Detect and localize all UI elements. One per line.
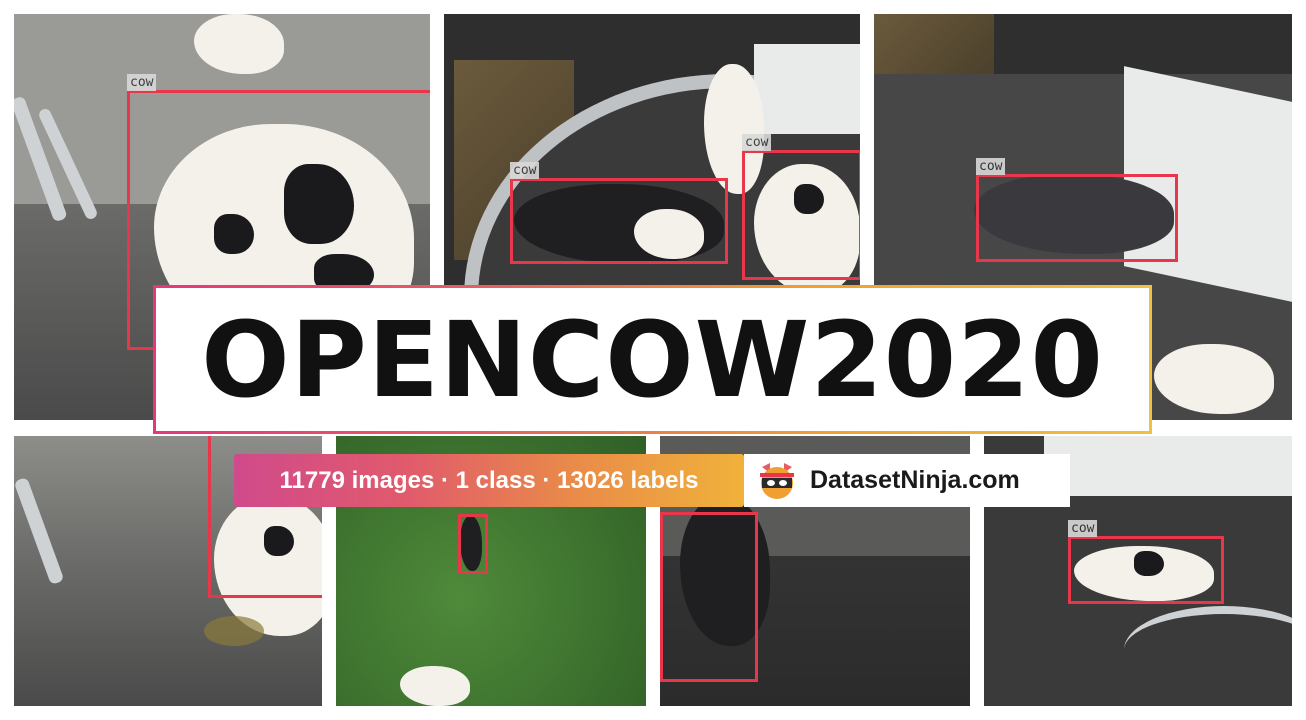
bbox-label: cow bbox=[742, 134, 772, 151]
bounding-box: cow bbox=[742, 134, 860, 280]
brand-name: DatasetNinja.com bbox=[810, 466, 1020, 494]
bbox-label: cow bbox=[510, 162, 540, 179]
bounding-box bbox=[458, 514, 488, 574]
title-banner: OPENCOW2020 bbox=[153, 285, 1152, 434]
bounding-box: cow bbox=[976, 158, 1178, 262]
bounding-box: cow bbox=[1068, 520, 1224, 604]
bbox-label: cow bbox=[1068, 520, 1098, 537]
stats-badge: 11779 images · 1 class · 13026 labels bbox=[234, 454, 744, 507]
bounding-box bbox=[660, 512, 758, 682]
brand-link[interactable]: DatasetNinja.com bbox=[744, 454, 1070, 507]
bounding-box: cow bbox=[510, 162, 728, 264]
stats-text: 11779 images · 1 class · 13026 labels bbox=[279, 466, 699, 494]
dataset-title: OPENCOW2020 bbox=[201, 298, 1104, 421]
bbox-label: cow bbox=[127, 74, 157, 91]
ninja-logo-icon bbox=[756, 461, 798, 501]
bbox-label: cow bbox=[976, 158, 1006, 175]
